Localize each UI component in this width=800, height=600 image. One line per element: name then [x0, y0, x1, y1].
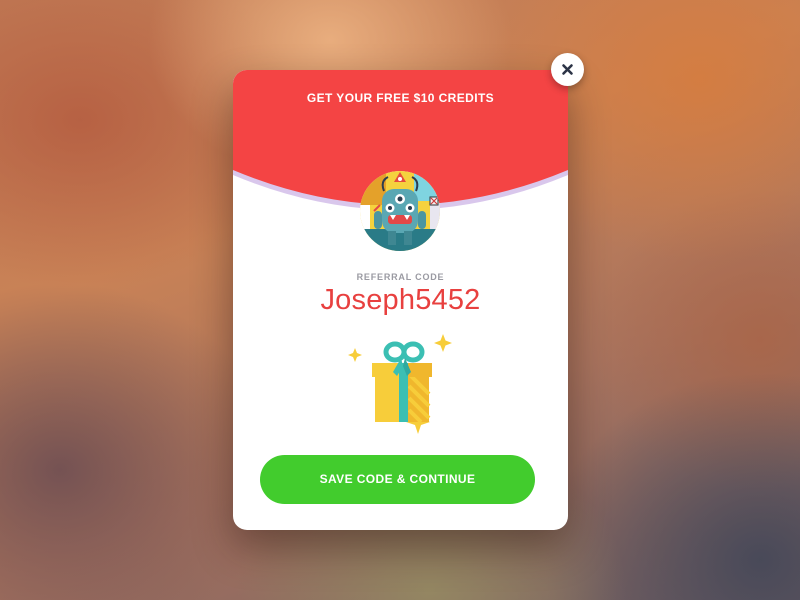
monster-avatar — [360, 171, 440, 251]
close-button[interactable] — [551, 53, 584, 86]
save-code-continue-button[interactable]: SAVE CODE & CONTINUE — [260, 455, 535, 504]
referral-modal: GET YOUR FREE $10 CREDITS REFERRAL CODE … — [233, 70, 568, 530]
referral-code-label: REFERRAL CODE — [356, 272, 445, 282]
sparkle-icon — [434, 334, 452, 352]
close-icon — [562, 64, 573, 75]
modal-title: GET YOUR FREE $10 CREDITS — [306, 91, 495, 105]
referral-code-value: Joseph5452 — [320, 284, 481, 316]
sparkle-icon — [348, 348, 362, 362]
gift-icon — [348, 334, 452, 434]
